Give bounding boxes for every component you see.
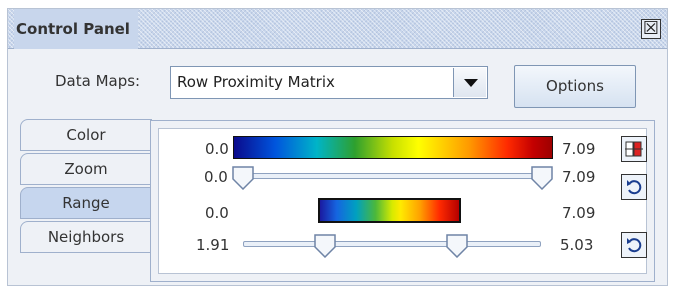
threshold-slider-max: 5.03	[560, 236, 594, 254]
chevron-down-icon[interactable]	[453, 68, 486, 97]
preview-bar-max: 7.09	[562, 204, 596, 222]
color-palette-icon[interactable]	[621, 136, 647, 162]
data-maps-value: Row Proximity Matrix	[177, 73, 335, 91]
tab-range[interactable]: Range	[20, 187, 152, 219]
range-slider-min: 0.0	[204, 168, 228, 186]
threshold-slider-high-thumb[interactable]	[446, 234, 468, 258]
reset-icon[interactable]	[621, 232, 647, 258]
tab-neighbors[interactable]: Neighbors	[20, 221, 152, 253]
data-maps-label: Data Maps:	[55, 72, 141, 90]
threshold-slider-low-thumb[interactable]	[314, 234, 336, 258]
tab-zoom[interactable]: Zoom	[20, 153, 152, 185]
threshold-slider-track[interactable]	[243, 241, 541, 247]
close-icon[interactable]: ☒	[641, 19, 661, 39]
tab-color[interactable]: Color	[20, 119, 152, 151]
preview-gradient-bar	[318, 198, 461, 223]
threshold-slider-min: 1.91	[196, 236, 230, 254]
color-bar-min: 0.0	[205, 140, 229, 158]
reset-icon[interactable]	[621, 174, 647, 200]
range-slider-track[interactable]	[244, 173, 544, 179]
color-gradient-bar	[233, 136, 553, 159]
range-slider-high-thumb[interactable]	[531, 166, 553, 190]
preview-bar-min: 0.0	[205, 204, 229, 222]
range-slider-max: 7.09	[562, 168, 596, 186]
color-bar-max: 7.09	[562, 140, 596, 158]
data-maps-select[interactable]: Row Proximity Matrix	[170, 66, 488, 99]
options-button[interactable]: Options	[514, 65, 636, 108]
title-bar[interactable]: Control Panel ☒	[8, 9, 667, 49]
window-title: Control Panel	[14, 9, 138, 49]
range-slider-low-thumb[interactable]	[232, 166, 254, 190]
